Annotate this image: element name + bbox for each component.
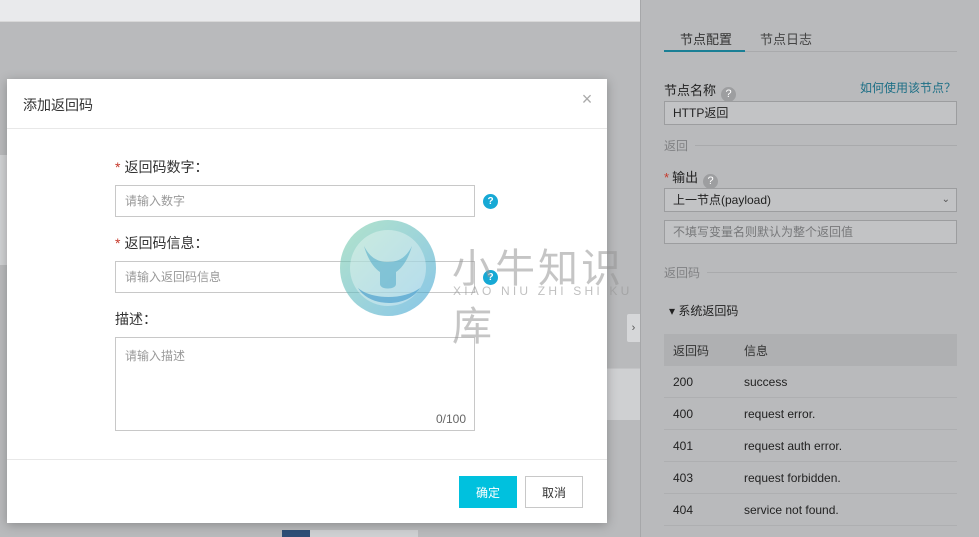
panel-tabs: 节点配置 节点日志 bbox=[664, 22, 957, 52]
chevron-down-icon: ⌄ bbox=[941, 194, 950, 205]
table-header: 返回码 信息 bbox=[664, 334, 957, 366]
output-label: * 输出? bbox=[664, 167, 719, 189]
tab-node-config[interactable]: 节点配置 bbox=[680, 29, 732, 48]
description-placeholder: 请输入描述 bbox=[125, 349, 186, 363]
output-label-text: 输出 bbox=[672, 170, 699, 185]
code-message-input[interactable]: 请输入返回码信息 bbox=[115, 261, 475, 293]
cell-code: 200 bbox=[673, 374, 694, 389]
return-codes-table: 返回码 信息 200 success 400 request error. 40… bbox=[664, 334, 957, 526]
confirm-button[interactable]: 确定 bbox=[459, 476, 517, 508]
column-header-code: 返回码 bbox=[673, 343, 710, 358]
cell-code: 401 bbox=[673, 438, 694, 453]
system-codes-title: 系统返回码 bbox=[678, 304, 739, 318]
caret-down-icon: ▾ bbox=[669, 304, 676, 318]
active-tab-indicator bbox=[664, 50, 745, 52]
output-variable-input[interactable]: 不填写变量名则默认为整个返回值 bbox=[664, 220, 957, 244]
section-codes-title: 返回码 bbox=[664, 266, 701, 280]
help-icon[interactable]: ? bbox=[703, 173, 719, 189]
code-number-label: * 返回码数字： bbox=[115, 157, 208, 177]
node-name-label-text: 节点名称 bbox=[664, 83, 717, 98]
pager-active-segment[interactable] bbox=[282, 530, 310, 537]
how-to-use-link[interactable]: 如何使用该节点？ bbox=[860, 79, 956, 96]
table-row: 401 request auth error. bbox=[664, 430, 957, 462]
canvas-node-right[interactable] bbox=[606, 368, 640, 420]
description-textarea[interactable]: 请输入描述 0/100 bbox=[115, 337, 475, 431]
table-row: 404 service not found. bbox=[664, 494, 957, 526]
chevron-right-icon: › bbox=[631, 322, 636, 334]
table-row: 200 success bbox=[664, 366, 957, 398]
code-message-label: * 返回码信息： bbox=[115, 233, 208, 253]
cell-info: request forbidden. bbox=[744, 470, 841, 485]
description-label: 描述： bbox=[115, 311, 157, 327]
cell-code: 403 bbox=[673, 470, 694, 485]
output-select-value: 上一节点(payload) bbox=[673, 193, 772, 207]
cell-info: request error. bbox=[744, 406, 816, 421]
system-codes-toggle[interactable]: ▾ 系统返回码 bbox=[669, 302, 738, 319]
character-counter: 0/100 bbox=[435, 412, 466, 426]
canvas-pager[interactable] bbox=[282, 530, 418, 537]
output-select[interactable]: 上一节点(payload) ⌄ bbox=[664, 188, 957, 212]
code-number-label-text: 返回码数字： bbox=[124, 159, 209, 175]
dialog-footer-divider bbox=[7, 459, 607, 460]
node-config-panel: 节点配置 节点日志 节点名称? 如何使用该节点？ HTTP返回 返回 * 输出? … bbox=[640, 0, 979, 537]
code-number-input[interactable]: 请输入数字 bbox=[115, 185, 475, 217]
cell-info: success bbox=[744, 374, 788, 389]
cell-info: request auth error. bbox=[744, 438, 843, 453]
dialog-title: 添加返回码 bbox=[23, 97, 93, 113]
add-return-code-dialog: 添加返回码 × * 返回码数字： 请输入数字 ? * 返回码信息： 请输入返回码信息… bbox=[7, 79, 607, 523]
code-message-label-text: 返回码信息： bbox=[124, 235, 209, 251]
table-row: 403 request forbidden. bbox=[664, 462, 957, 494]
help-icon[interactable]: ? bbox=[483, 270, 498, 285]
cell-code: 404 bbox=[673, 502, 694, 517]
section-divider bbox=[695, 145, 957, 146]
node-name-label: 节点名称? bbox=[664, 80, 737, 102]
section-return-title: 返回 bbox=[664, 139, 689, 153]
required-asterisk: * bbox=[115, 235, 121, 251]
collapse-panel-handle[interactable]: › bbox=[627, 314, 640, 342]
section-divider bbox=[707, 272, 957, 273]
help-icon[interactable]: ? bbox=[483, 194, 498, 209]
top-toolbar bbox=[0, 0, 640, 22]
node-name-input[interactable]: HTTP返回 bbox=[664, 101, 957, 125]
required-asterisk: * bbox=[115, 159, 121, 175]
help-icon[interactable]: ? bbox=[721, 86, 737, 102]
cell-code: 400 bbox=[673, 406, 694, 421]
table-row: 400 request error. bbox=[664, 398, 957, 430]
required-asterisk: * bbox=[664, 170, 670, 185]
dialog-header-divider bbox=[7, 128, 607, 129]
tab-node-log[interactable]: 节点日志 bbox=[760, 29, 812, 48]
cell-info: service not found. bbox=[744, 502, 839, 517]
column-header-info: 信息 bbox=[744, 343, 769, 358]
cancel-button[interactable]: 取消 bbox=[525, 476, 583, 508]
close-icon[interactable]: × bbox=[579, 90, 595, 108]
